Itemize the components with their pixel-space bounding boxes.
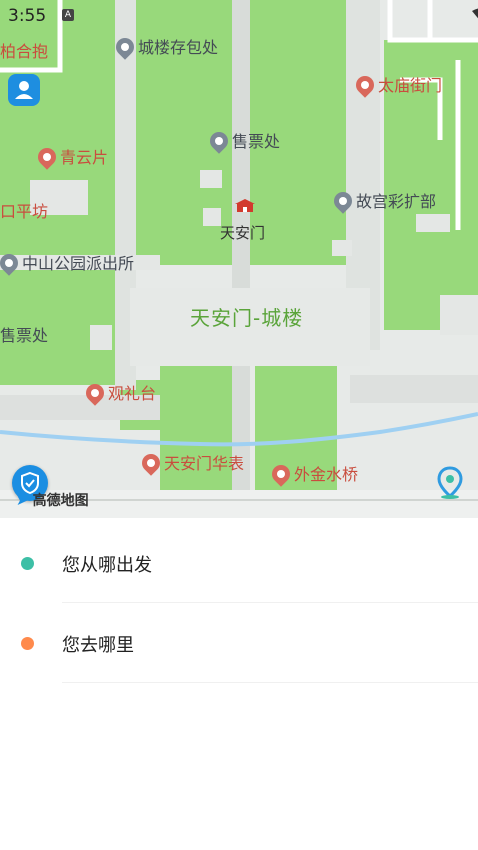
user-icon [15,81,33,99]
tower-label[interactable]: 天安门-城楼 [190,302,303,331]
route-panel: 您从哪出发 您去哪里 [0,518,478,850]
poi-ticket-left[interactable]: 售票处 [0,322,48,346]
map-view[interactable]: 3:55 A 柏合抱 城楼存包处 太庙街门 青云片 售票处 故宫彩扩部 口平坊 … [0,0,478,518]
destination-field[interactable]: 您去哪里 [0,603,478,683]
poi-ticket-top[interactable]: 售票处 [206,127,281,154]
gate-label[interactable]: 天安门 [220,222,265,243]
poi-qingyun[interactable]: 青云片 [34,143,109,170]
poi-label: 中山公园派出所 [22,254,135,273]
divider [62,682,478,683]
destination-placeholder: 您去哪里 [62,635,134,656]
poi-label: 售票处 [0,326,49,345]
pin-icon [268,460,294,487]
poi-cloakroom[interactable]: 城楼存包处 [112,33,219,60]
poi-label: 外金水桥 [294,465,359,484]
status-bar: 3:55 A [0,0,478,32]
poi-palace-photo[interactable]: 故宫彩扩部 [330,187,437,214]
pin-icon [206,127,232,154]
start-placeholder: 您从哪出发 [62,555,152,576]
poi-label: 售票处 [232,132,281,151]
logo-arrow-icon: ➤ [16,493,28,509]
pin-icon [0,249,22,276]
poi-label: 观礼台 [108,384,157,403]
poi-label: 故宫彩扩部 [356,192,437,211]
amap-logo: ➤ 高德地图 [16,490,89,510]
user-button[interactable] [8,74,40,106]
poi-taimiao[interactable]: 太庙街门 [352,71,443,98]
pin-icon [138,449,164,476]
start-location-field[interactable]: 您从哪出发 [0,523,478,603]
locate-button[interactable] [436,466,464,500]
pin-icon [34,143,60,170]
poi-huabiao[interactable]: 天安门华表 [138,449,245,476]
start-dot-icon [21,557,34,570]
poi-left-cut[interactable]: 口平坊 [0,198,48,222]
poi-label: 口平坊 [0,202,49,221]
poi-label: 青云片 [60,148,109,167]
notification-icon: A [62,9,74,21]
status-time: 3:55 [8,6,47,26]
gate-icon [235,199,255,212]
poi-bridge[interactable]: 外金水桥 [268,460,359,487]
poi-guanli[interactable]: 观礼台 [82,379,157,406]
pin-icon [352,71,378,98]
end-dot-icon [21,637,34,650]
logo-text: 高德地图 [32,493,89,509]
pin-icon [330,187,356,214]
wifi-icon [472,8,478,19]
poi-police[interactable]: 中山公园派出所 [0,249,135,276]
poi-label: 天安门华表 [164,454,245,473]
poi-label: 太庙街门 [378,76,443,95]
poi-label: 城楼存包处 [138,38,219,57]
pin-icon [112,33,138,60]
pin-icon [82,379,108,406]
poi-label: 柏合抱 [0,42,49,61]
location-pin-icon [437,466,463,499]
poi-top-left[interactable]: 柏合抱 [0,38,48,62]
